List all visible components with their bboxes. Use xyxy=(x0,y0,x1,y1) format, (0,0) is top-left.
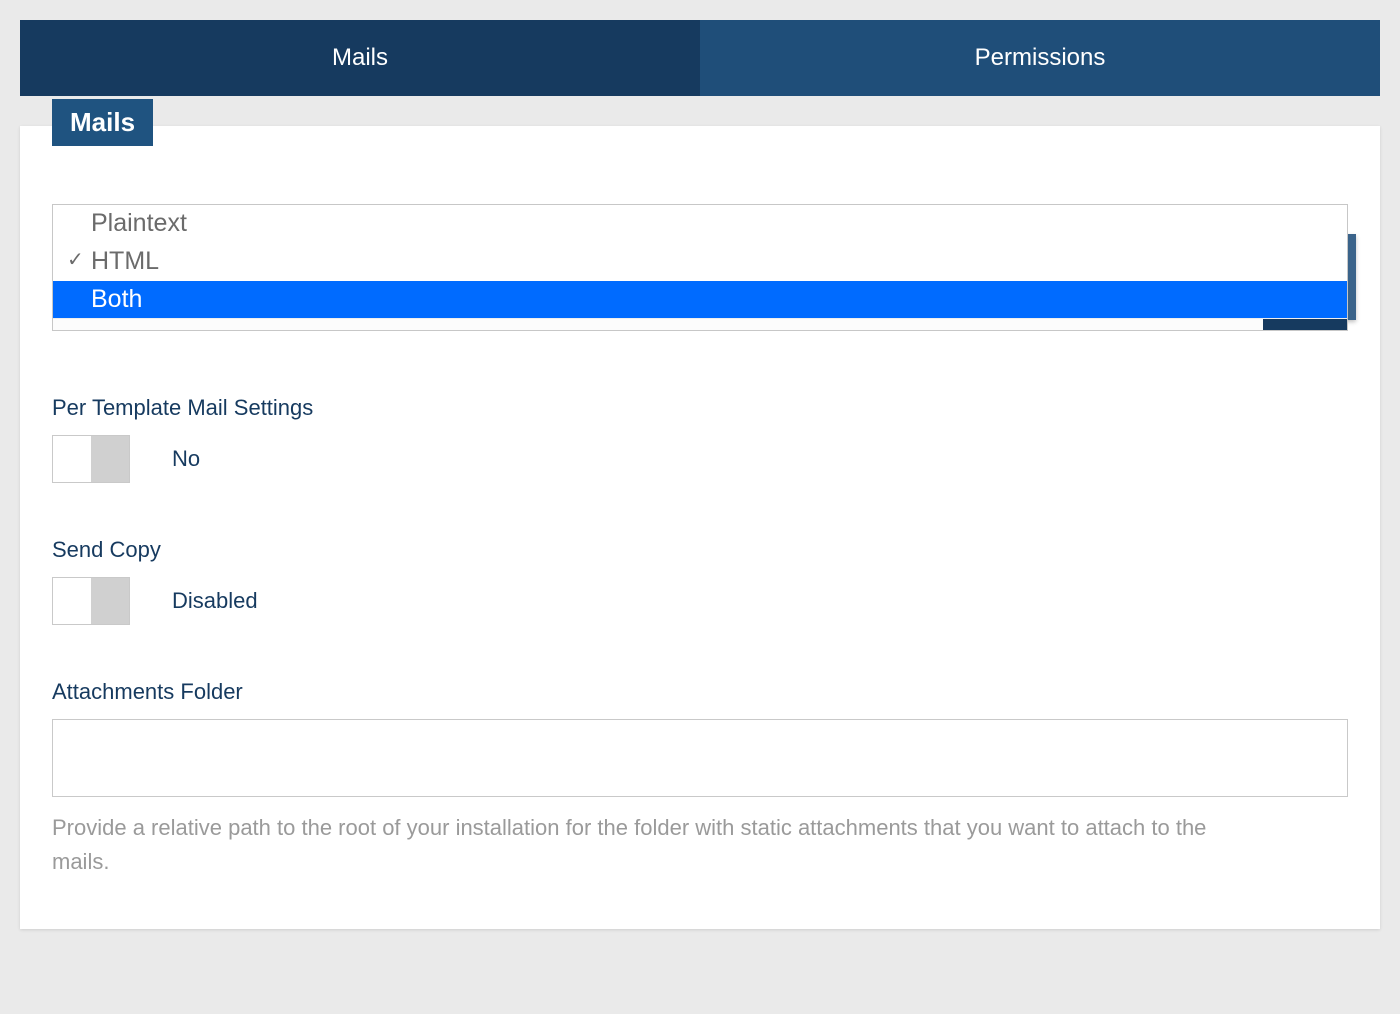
send-copy-toggle[interactable] xyxy=(52,577,130,625)
attachments-folder-help: Provide a relative path to the root of y… xyxy=(52,811,1262,879)
mail-format-listbox: Plaintext HTML Both xyxy=(52,204,1348,331)
tab-bar: Mails Permissions xyxy=(20,20,1380,96)
attachments-folder-label: Attachments Folder xyxy=(52,679,1348,705)
toggle-knob xyxy=(91,436,129,482)
mail-format-option-plaintext[interactable]: Plaintext xyxy=(53,205,1347,243)
mail-format-select[interactable]: Plaintext HTML Both xyxy=(52,204,1348,331)
send-copy-label: Send Copy xyxy=(52,537,1348,563)
panel-title: Mails xyxy=(52,99,153,146)
per-template-status: No xyxy=(172,446,200,472)
attachments-folder-field: Attachments Folder Provide a relative pa… xyxy=(52,679,1348,879)
settings-panel: Mails Plaintext HTML Both Per Template M… xyxy=(20,126,1380,929)
toggle-knob xyxy=(91,578,129,624)
tab-permissions[interactable]: Permissions xyxy=(700,20,1380,96)
attachments-folder-input[interactable] xyxy=(52,719,1348,797)
mail-format-option-html[interactable]: HTML xyxy=(53,243,1347,281)
dropdown-scrollbar[interactable] xyxy=(53,318,1347,330)
send-copy-field: Send Copy Disabled xyxy=(52,537,1348,625)
mail-format-option-both[interactable]: Both xyxy=(53,281,1347,319)
tab-mails[interactable]: Mails xyxy=(20,20,700,96)
per-template-field: Per Template Mail Settings No xyxy=(52,395,1348,483)
send-copy-status: Disabled xyxy=(172,588,258,614)
per-template-toggle[interactable] xyxy=(52,435,130,483)
per-template-label: Per Template Mail Settings xyxy=(52,395,1348,421)
